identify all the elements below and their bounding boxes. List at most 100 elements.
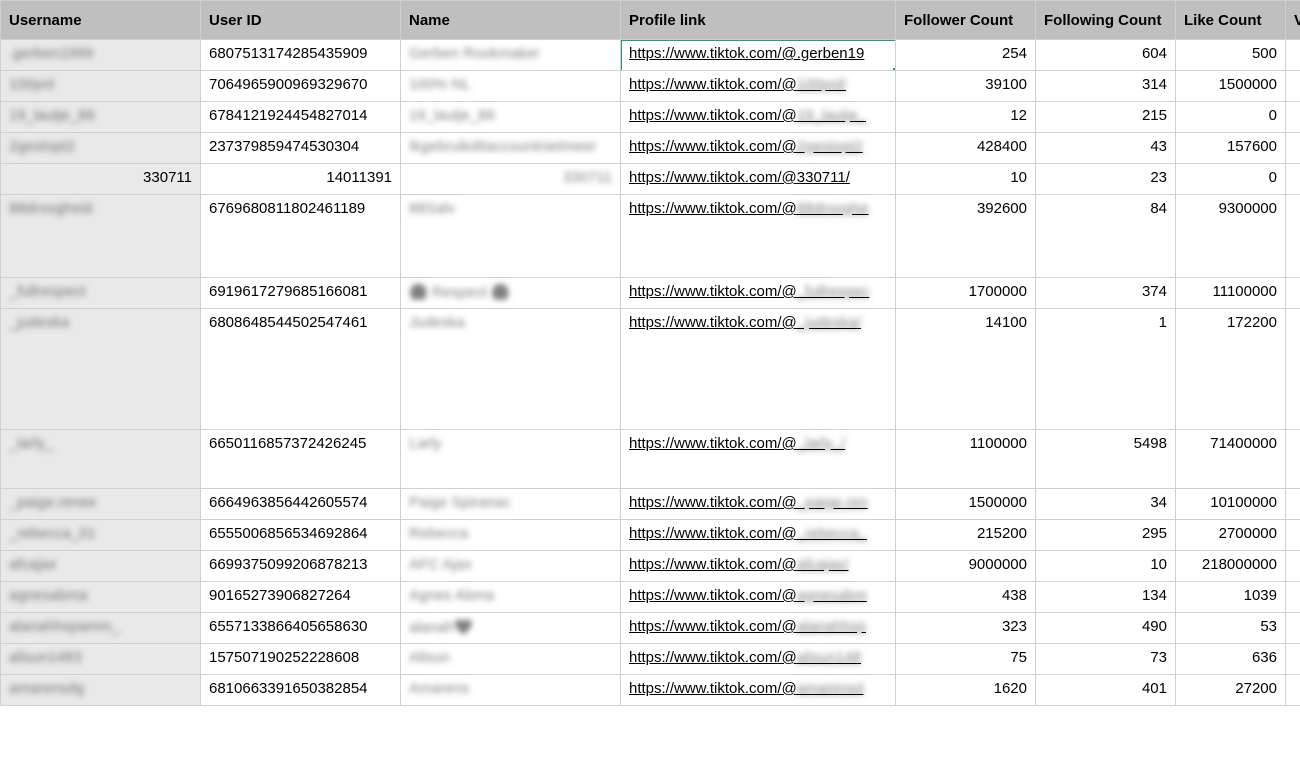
cell-username[interactable]: amarensdg [1, 675, 201, 706]
cell-name[interactable]: Rebecca [401, 520, 621, 551]
cell-follower-count[interactable]: 254 [896, 40, 1036, 71]
cell-like-count[interactable]: 71400000 [1176, 430, 1286, 489]
cell-following-count[interactable]: 43 [1036, 133, 1176, 164]
cell-userid[interactable]: 6557133866405658630 [201, 613, 401, 644]
profile-link[interactable]: https://www.tiktok.com/@agnesabm [629, 587, 867, 604]
cell-username[interactable]: _fullrespect [1, 278, 201, 309]
cell-follower-count[interactable]: 1500000 [896, 489, 1036, 520]
cell-following-count[interactable]: 73 [1036, 644, 1176, 675]
cell-profile-link[interactable]: https://www.tiktok.com/@_rebecca_ [621, 520, 896, 551]
cell-profile-link[interactable]: https://www.tiktok.com/@88drooghe [621, 195, 896, 278]
cell-name[interactable]: Judeska [401, 309, 621, 430]
cell-v[interactable] [1286, 40, 1300, 71]
cell-name[interactable]: Ikgebruikditaccountnietmeer [401, 133, 621, 164]
cell-userid[interactable]: 6784121924454827014 [201, 102, 401, 133]
cell-following-count[interactable]: 215 [1036, 102, 1176, 133]
cell-following-count[interactable]: 1 [1036, 309, 1176, 430]
cell-userid[interactable]: 6650116857372426245 [201, 430, 401, 489]
cell-username[interactable]: 88droogheid [1, 195, 201, 278]
col-header-likes[interactable]: Like Count [1176, 1, 1286, 40]
cell-name[interactable]: 😱 Respect 😱 [401, 278, 621, 309]
cell-like-count[interactable]: 27200 [1176, 675, 1286, 706]
cell-like-count[interactable]: 157600 [1176, 133, 1286, 164]
cell-follower-count[interactable]: 14100 [896, 309, 1036, 430]
profile-link[interactable]: https://www.tiktok.com/@_judeska/ [629, 314, 861, 331]
cell-v[interactable] [1286, 675, 1300, 706]
cell-userid[interactable]: 6807513174285435909 [201, 40, 401, 71]
cell-userid[interactable]: 6555006856534692864 [201, 520, 401, 551]
profile-link[interactable]: https://www.tiktok.com/@.gerben19 [629, 45, 864, 62]
cell-profile-link[interactable]: https://www.tiktok.com/@_paige.ren [621, 489, 896, 520]
cell-like-count[interactable]: 53 [1176, 613, 1286, 644]
cell-username[interactable]: _paige.renee [1, 489, 201, 520]
cell-name[interactable]: Agnes Abma [401, 582, 621, 613]
cell-userid[interactable]: 6808648544502547461 [201, 309, 401, 430]
cell-username[interactable]: 100pnl [1, 71, 201, 102]
cell-username[interactable]: alanahhspamm_ [1, 613, 201, 644]
cell-profile-link[interactable]: https://www.tiktok.com/@100pnl/ [621, 71, 896, 102]
data-table[interactable]: Username User ID Name Profile link Follo… [0, 0, 1300, 706]
cell-like-count[interactable]: 10100000 [1176, 489, 1286, 520]
cell-v[interactable] [1286, 102, 1300, 133]
cell-profile-link[interactable]: https://www.tiktok.com/@_fullrespec [621, 278, 896, 309]
cell-following-count[interactable]: 604 [1036, 40, 1176, 71]
cell-name[interactable]: Larly [401, 430, 621, 489]
cell-profile-link[interactable]: https://www.tiktok.com/@.gerben19 [621, 40, 896, 71]
cell-follower-count[interactable]: 215200 [896, 520, 1036, 551]
cell-username[interactable]: _larly_ [1, 430, 201, 489]
col-header-followers[interactable]: Follower Count [896, 1, 1036, 40]
cell-follower-count[interactable]: 323 [896, 613, 1036, 644]
cell-userid[interactable]: 237379859474530304 [201, 133, 401, 164]
profile-link[interactable]: https://www.tiktok.com/@330711/ [629, 169, 850, 186]
cell-following-count[interactable]: 314 [1036, 71, 1176, 102]
cell-follower-count[interactable]: 1100000 [896, 430, 1036, 489]
col-header-name[interactable]: Name [401, 1, 621, 40]
cell-userid[interactable]: 6699375099206878213 [201, 551, 401, 582]
cell-name[interactable]: Paige Spiranac [401, 489, 621, 520]
col-header-profilelink[interactable]: Profile link [621, 1, 896, 40]
cell-follower-count[interactable]: 12 [896, 102, 1036, 133]
cell-username[interactable]: 2gestopt2 [1, 133, 201, 164]
profile-link[interactable]: https://www.tiktok.com/@amarensd [629, 680, 863, 697]
cell-follower-count[interactable]: 1620 [896, 675, 1036, 706]
col-header-v[interactable]: V [1286, 1, 1300, 40]
profile-link[interactable]: https://www.tiktok.com/@_rebecca_ [629, 525, 867, 542]
cell-name[interactable]: 88Salv [401, 195, 621, 278]
cell-username[interactable]: afcajax [1, 551, 201, 582]
cell-name[interactable]: AFC Ajax [401, 551, 621, 582]
cell-like-count[interactable]: 9300000 [1176, 195, 1286, 278]
cell-v[interactable] [1286, 551, 1300, 582]
cell-profile-link[interactable]: https://www.tiktok.com/@2gestopt2 [621, 133, 896, 164]
cell-v[interactable] [1286, 71, 1300, 102]
cell-v[interactable] [1286, 644, 1300, 675]
cell-following-count[interactable]: 5498 [1036, 430, 1176, 489]
profile-link[interactable]: https://www.tiktok.com/@_larly_/ [629, 435, 845, 452]
cell-follower-count[interactable]: 428400 [896, 133, 1036, 164]
profile-link[interactable]: https://www.tiktok.com/@88drooghe [629, 200, 869, 217]
cell-like-count[interactable]: 11100000 [1176, 278, 1286, 309]
cell-like-count[interactable]: 0 [1176, 102, 1286, 133]
cell-username[interactable]: 330711 [1, 164, 201, 195]
profile-link[interactable]: https://www.tiktok.com/@2gestopt2 [629, 138, 863, 155]
cell-following-count[interactable]: 374 [1036, 278, 1176, 309]
cell-username[interactable]: _rebecca_01 [1, 520, 201, 551]
cell-username[interactable]: alisun1483 [1, 644, 201, 675]
cell-v[interactable] [1286, 430, 1300, 489]
cell-userid[interactable]: 157507190252228608 [201, 644, 401, 675]
cell-following-count[interactable]: 34 [1036, 489, 1176, 520]
profile-link[interactable]: https://www.tiktok.com/@alanahhsp [629, 618, 866, 635]
cell-v[interactable] [1286, 309, 1300, 430]
cell-like-count[interactable]: 500 [1176, 40, 1286, 71]
cell-profile-link[interactable]: https://www.tiktok.com/@agnesabm [621, 582, 896, 613]
cell-v[interactable] [1286, 133, 1300, 164]
cell-userid[interactable]: 90165273906827264 [201, 582, 401, 613]
cell-profile-link[interactable]: https://www.tiktok.com/@alisun148 [621, 644, 896, 675]
profile-link[interactable]: https://www.tiktok.com/@_paige.ren [629, 494, 868, 511]
cell-username[interactable]: agnesabma [1, 582, 201, 613]
cell-v[interactable] [1286, 613, 1300, 644]
cell-v[interactable] [1286, 195, 1300, 278]
col-header-userid[interactable]: User ID [201, 1, 401, 40]
cell-v[interactable] [1286, 278, 1300, 309]
col-header-username[interactable]: Username [1, 1, 201, 40]
cell-profile-link[interactable]: https://www.tiktok.com/@19_lautje_ [621, 102, 896, 133]
